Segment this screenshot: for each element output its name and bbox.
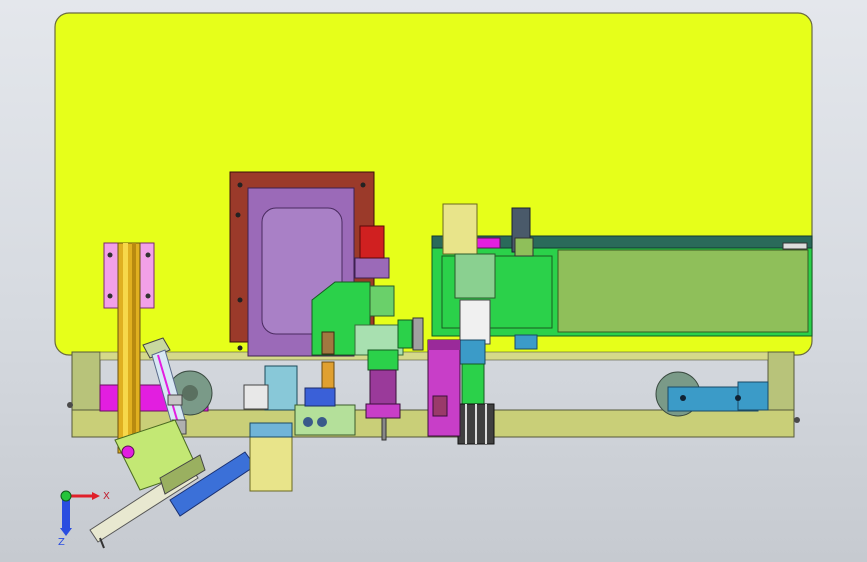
cad-viewport[interactable]: X Z (0, 0, 867, 562)
magenta-cylinder (427, 339, 461, 437)
left-roller (99, 370, 213, 416)
axis-x-label: X (103, 491, 110, 502)
axis-z-label: Z (58, 537, 65, 548)
right-roller (655, 371, 769, 417)
lower-left-arm (89, 419, 256, 549)
lower-center-mechanism (243, 361, 356, 492)
